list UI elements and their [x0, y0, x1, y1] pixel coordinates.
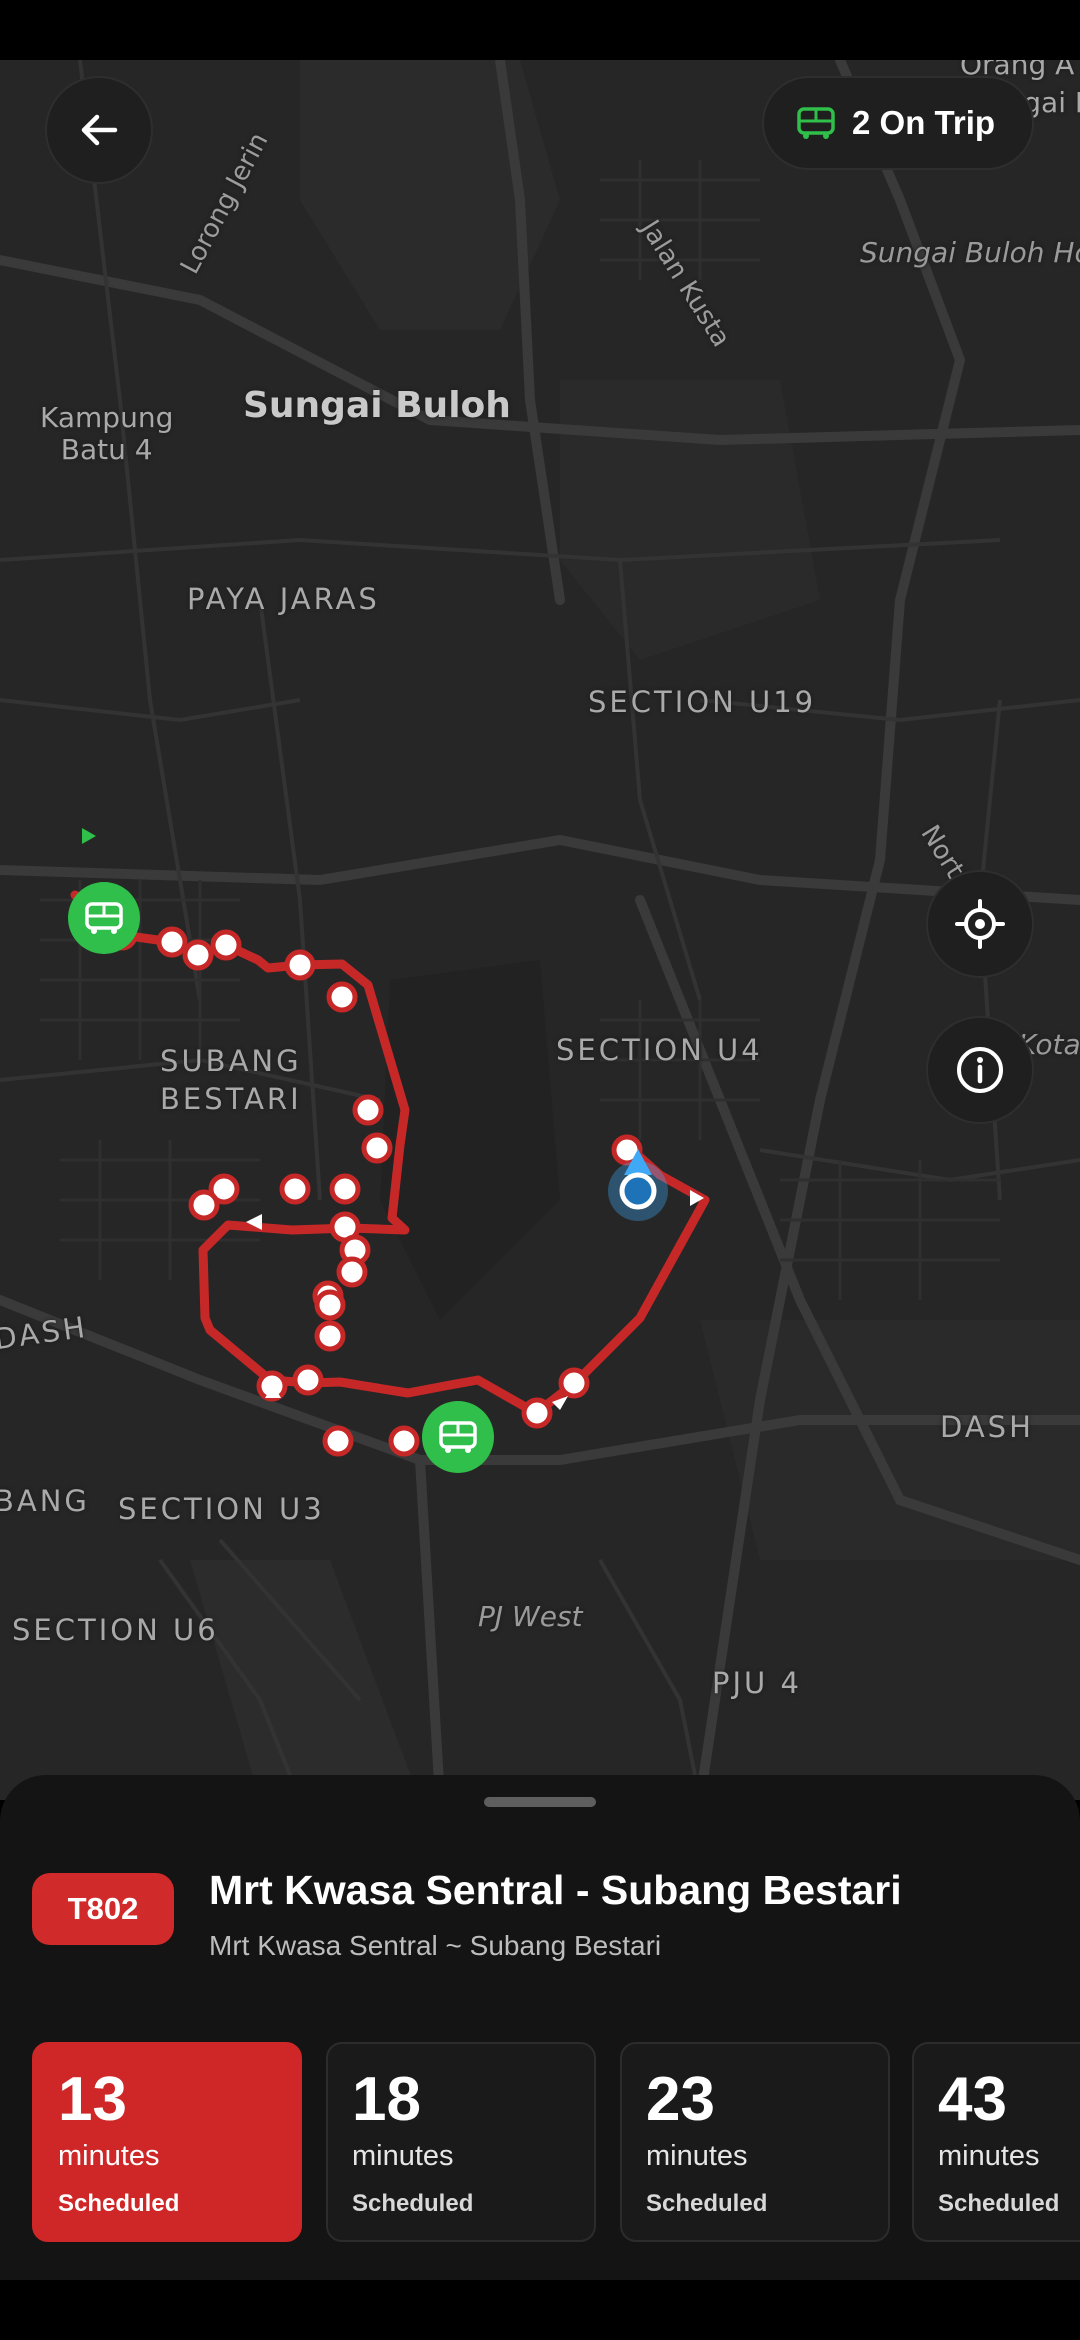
back-button[interactable] — [45, 76, 153, 184]
on-trip-pill[interactable]: 2 On Trip — [762, 76, 1034, 170]
navigation-bar — [0, 2280, 1080, 2340]
map-label-section-u4: SECTION U4 — [556, 1033, 763, 1067]
schedule-status: Scheduled — [352, 2190, 474, 2217]
schedule-card[interactable]: 18 minutes Scheduled — [326, 2042, 596, 2242]
crosshair-icon — [955, 899, 1005, 949]
map-label-subang-bestari: SUBANG BESTARI — [160, 1044, 302, 1116]
status-bar — [0, 0, 1080, 60]
info-icon — [957, 1047, 1003, 1093]
schedule-unit: minutes — [58, 2140, 160, 2172]
map-label-pj-west: PJ West — [478, 1600, 583, 1633]
schedule-minutes: 18 — [352, 2065, 421, 2134]
route-subtitle: Mrt Kwasa Sentral ~ Subang Bestari — [209, 1930, 662, 1961]
map-label-sungai-buloh: Sungai Buloh — [243, 385, 511, 426]
map-label-sungai-buloh-ho: Sungai Buloh Ho — [860, 236, 1080, 269]
schedule-card[interactable]: 43 minutes Scheduled — [912, 2042, 1080, 2242]
schedule-unit: minutes — [352, 2140, 454, 2172]
route-title: Mrt Kwasa Sentral - Subang Bestari — [209, 1867, 902, 1913]
map-label-section-u3: SECTION U3 — [118, 1492, 325, 1526]
schedule-unit: minutes — [646, 2140, 748, 2172]
bus-marker[interactable] — [422, 1401, 494, 1473]
bus-icon — [797, 107, 835, 139]
schedule-status: Scheduled — [646, 2190, 768, 2217]
bus-icon — [85, 902, 123, 934]
on-trip-label: 2 On Trip — [852, 104, 996, 141]
info-button[interactable] — [926, 1016, 1034, 1124]
map-label-dash-right: DASH — [940, 1410, 1034, 1444]
map-label-section-u19: SECTION U19 — [588, 685, 817, 719]
schedule-status: Scheduled — [58, 2190, 180, 2217]
locate-button[interactable] — [926, 870, 1034, 978]
bus-icon — [439, 1421, 477, 1453]
route-sheet[interactable]: T802 Mrt Kwasa Sentral - Subang Bestari … — [0, 1775, 1080, 2280]
schedule-card[interactable]: 23 minutes Scheduled — [620, 2042, 890, 2242]
schedule-minutes: 23 — [646, 2065, 715, 2134]
schedule-minutes: 43 — [938, 2065, 1007, 2134]
arrow-left-icon — [81, 114, 118, 146]
schedule-status: Scheduled — [938, 2190, 1060, 2217]
map-label-pju-4: PJU 4 — [712, 1666, 802, 1700]
map-label-paya-jaras: PAYA JARAS — [187, 582, 380, 616]
route-code-badge: T802 — [32, 1873, 174, 1945]
drag-handle[interactable] — [484, 1797, 596, 1807]
schedule-card[interactable]: 13 minutes Scheduled — [32, 2042, 302, 2242]
map-label-bang: BANG — [0, 1484, 90, 1518]
bus-marker[interactable] — [68, 882, 140, 954]
map-label-section-u6: SECTION U6 — [12, 1613, 219, 1647]
map-label-kampung-batu: Kampung Batu 4 — [40, 401, 174, 466]
user-location-marker — [596, 1145, 680, 1229]
schedule-unit: minutes — [938, 2140, 1040, 2172]
route-stops — [77, 828, 704, 1457]
map-view[interactable]: Kampung Batu 4 Sungai Buloh Sungai Buloh… — [0, 60, 1080, 1800]
schedule-minutes: 13 — [58, 2065, 127, 2134]
